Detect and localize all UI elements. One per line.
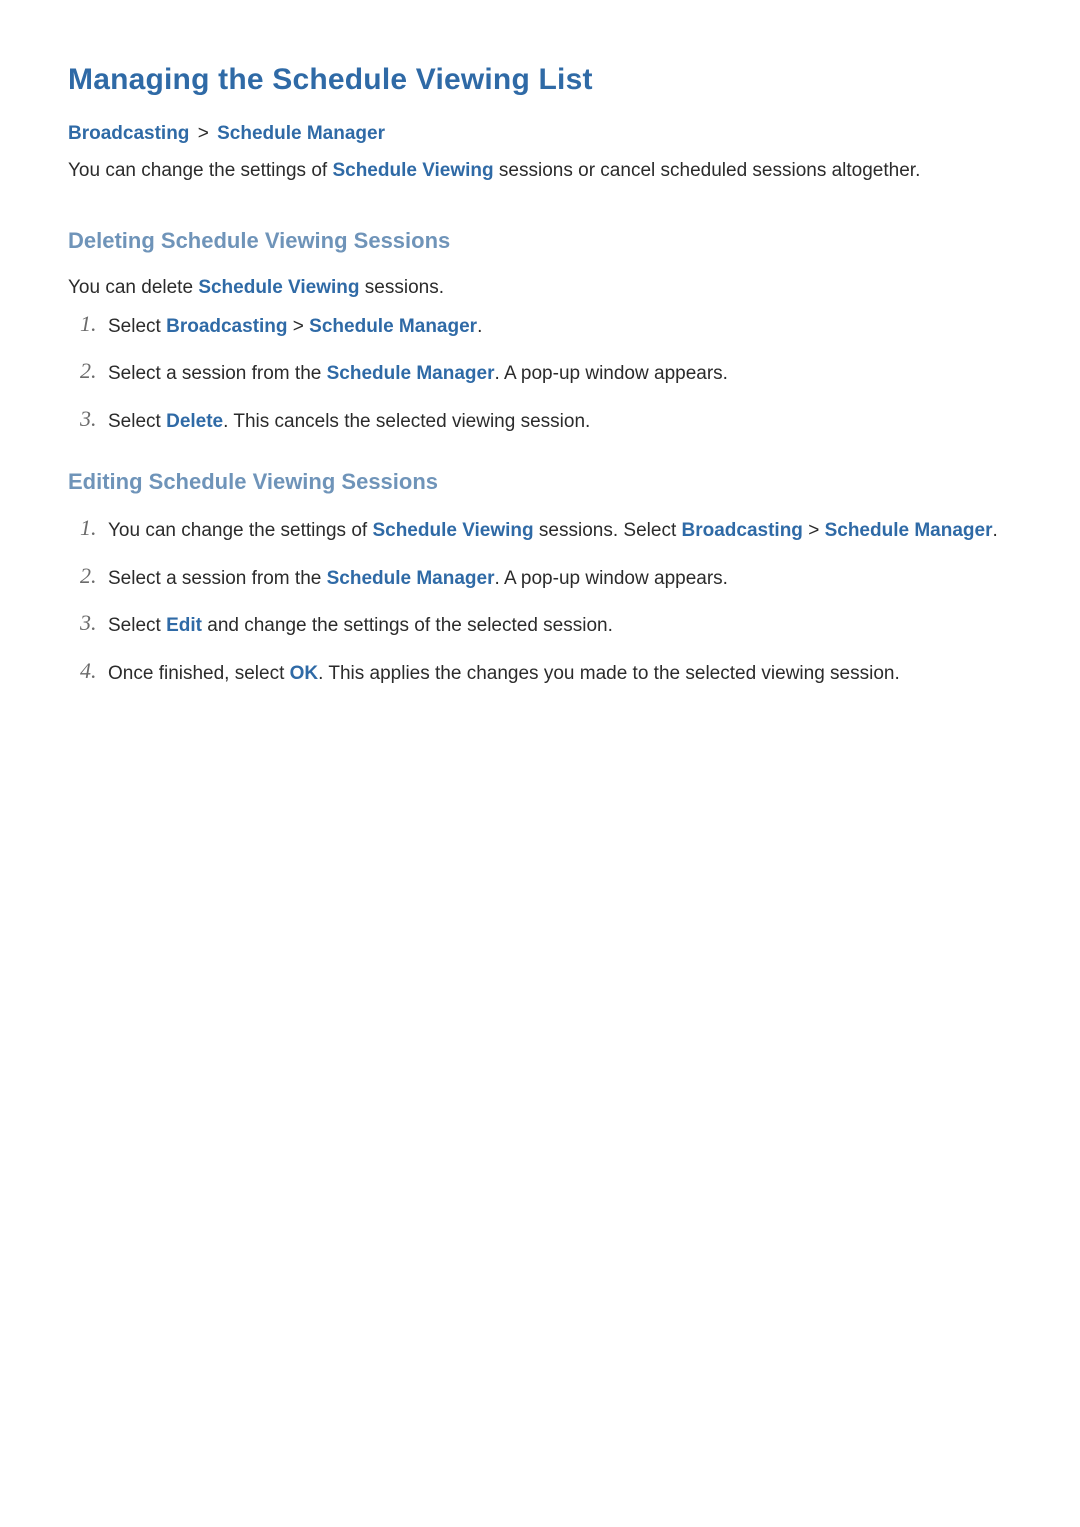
delete-lead-pre: You can delete — [68, 277, 198, 298]
step-number: 3. — [80, 406, 108, 432]
step-keyword: Schedule Manager — [327, 568, 495, 589]
step-keyword: Schedule Manager — [825, 520, 993, 541]
step-number: 1. — [80, 515, 108, 541]
intro-post: sessions or cancel scheduled sessions al… — [494, 160, 921, 181]
step-body: Once finished, select OK. This applies t… — [108, 659, 1012, 688]
step-keyword: Broadcasting — [682, 520, 803, 541]
step-text: . — [477, 316, 482, 337]
step-body: Select Broadcasting > Schedule Manager. — [108, 312, 1012, 341]
step-body: Select a session from the Schedule Manag… — [108, 564, 1012, 593]
intro-text: You can change the settings of Schedule … — [68, 157, 1012, 185]
step-number: 3. — [80, 610, 108, 636]
delete-steps: 1. Select Broadcasting > Schedule Manage… — [68, 312, 1012, 436]
list-item: 3. Select Edit and change the settings o… — [80, 611, 1012, 640]
step-keyword: Broadcasting — [166, 316, 287, 337]
list-item: 1. You can change the settings of Schedu… — [80, 516, 1012, 545]
step-text: and change the settings of the selected … — [202, 615, 613, 636]
step-text: Select — [108, 615, 166, 636]
step-keyword: Schedule Manager — [309, 316, 477, 337]
step-keyword: Edit — [166, 615, 202, 636]
step-number: 2. — [80, 358, 108, 384]
step-text: Select a session from the — [108, 568, 327, 589]
step-keyword: OK — [290, 663, 319, 684]
step-keyword: Schedule Manager — [327, 363, 495, 384]
step-text: You can change the settings of — [108, 520, 372, 541]
delete-lead-keyword: Schedule Viewing — [198, 277, 359, 298]
step-separator: > — [803, 520, 825, 541]
step-text: . This cancels the selected viewing sess… — [223, 411, 590, 432]
step-text: Select — [108, 316, 166, 337]
step-number: 1. — [80, 311, 108, 337]
page-content: Managing the Schedule Viewing List Broad… — [0, 0, 1080, 786]
page-title: Managing the Schedule Viewing List — [68, 58, 1012, 102]
step-body: Select Delete. This cancels the selected… — [108, 407, 1012, 436]
breadcrumb: Broadcasting > Schedule Manager — [68, 120, 1012, 148]
list-item: 4. Once finished, select OK. This applie… — [80, 659, 1012, 688]
step-separator: > — [288, 316, 310, 337]
list-item: 2. Select a session from the Schedule Ma… — [80, 564, 1012, 593]
breadcrumb-item-schedule-manager: Schedule Manager — [217, 123, 385, 144]
list-item: 1. Select Broadcasting > Schedule Manage… — [80, 312, 1012, 341]
step-text: Select — [108, 411, 166, 432]
section-title-editing: Editing Schedule Viewing Sessions — [68, 466, 1012, 498]
step-text: . A pop-up window appears. — [495, 568, 728, 589]
intro-pre: You can change the settings of — [68, 160, 332, 181]
step-body: Select Edit and change the settings of t… — [108, 611, 1012, 640]
step-text: . A pop-up window appears. — [495, 363, 728, 384]
delete-lead-post: sessions. — [360, 277, 444, 298]
step-number: 4. — [80, 658, 108, 684]
delete-lead: You can delete Schedule Viewing sessions… — [68, 274, 1012, 302]
step-text: Select a session from the — [108, 363, 327, 384]
step-text: . — [992, 520, 997, 541]
intro-keyword: Schedule Viewing — [332, 160, 493, 181]
edit-steps: 1. You can change the settings of Schedu… — [68, 516, 1012, 688]
step-text: . This applies the changes you made to t… — [318, 663, 900, 684]
breadcrumb-item-broadcasting: Broadcasting — [68, 123, 189, 144]
section-title-deleting: Deleting Schedule Viewing Sessions — [68, 225, 1012, 257]
step-text: sessions. Select — [534, 520, 682, 541]
list-item: 3. Select Delete. This cancels the selec… — [80, 407, 1012, 436]
step-body: Select a session from the Schedule Manag… — [108, 359, 1012, 388]
step-keyword: Schedule Viewing — [372, 520, 533, 541]
step-keyword: Delete — [166, 411, 223, 432]
step-text: Once finished, select — [108, 663, 290, 684]
step-number: 2. — [80, 563, 108, 589]
list-item: 2. Select a session from the Schedule Ma… — [80, 359, 1012, 388]
breadcrumb-separator: > — [195, 123, 212, 144]
step-body: You can change the settings of Schedule … — [108, 516, 1012, 545]
